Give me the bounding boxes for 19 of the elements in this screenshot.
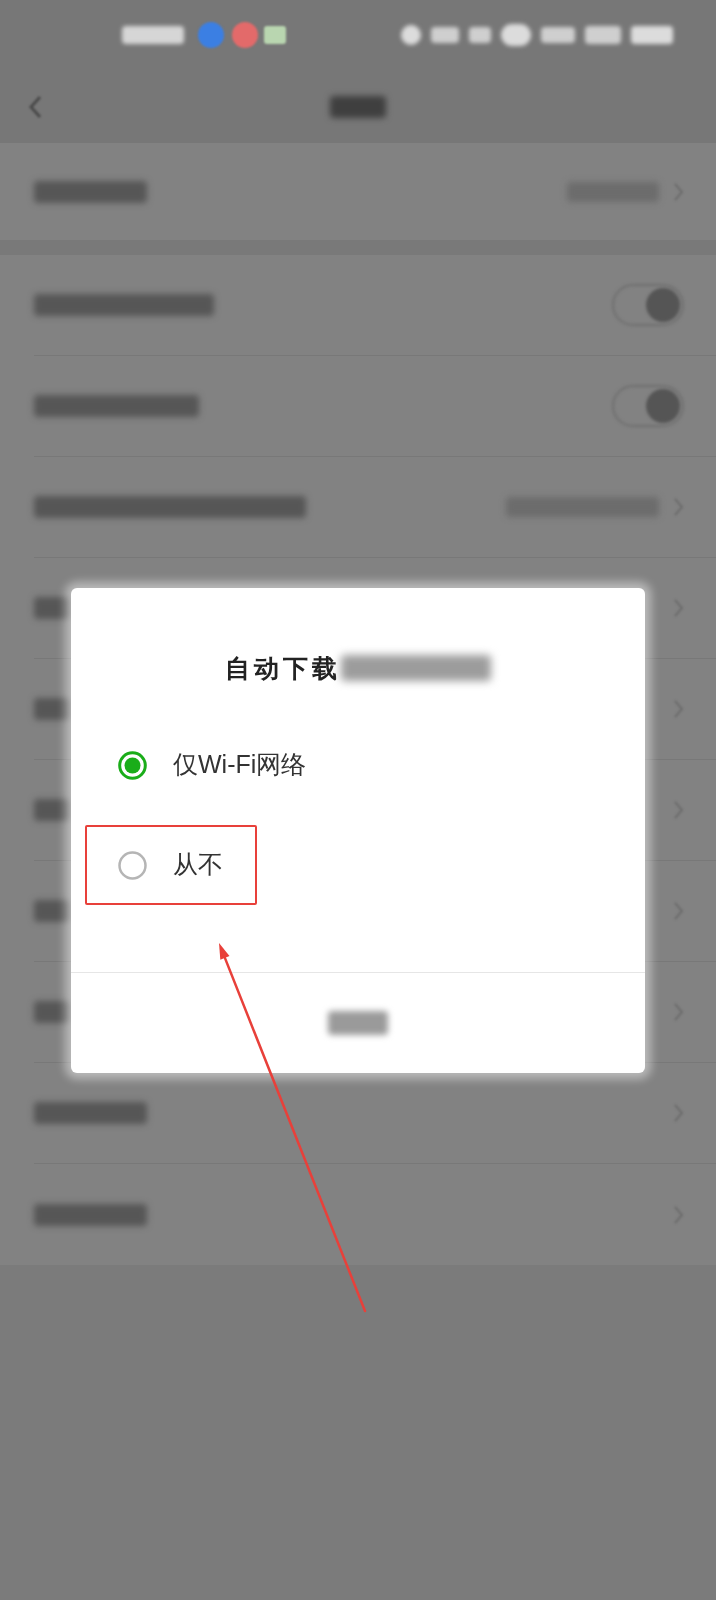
blurred-text [122,26,184,44]
blurred-text [34,900,70,922]
blurred-text [34,597,70,619]
notification-icon [232,22,258,48]
toggle-switch[interactable] [612,385,684,427]
radio-option[interactable]: 仅Wi-Fi网络 [118,746,307,784]
radio-icon[interactable] [118,750,147,780]
blurred-text [34,799,70,821]
radio-icon[interactable] [118,850,147,880]
image-icon [264,26,286,44]
notification-icon [198,22,224,48]
blurred-text [34,1001,70,1023]
blurred-text [330,95,386,118]
toggle-switch[interactable] [612,284,684,326]
back-icon[interactable] [28,94,42,119]
radio-option[interactable]: 从不 [118,846,223,884]
blurred-text [328,1011,388,1035]
blurred-text [34,698,70,720]
dialog-title: 自动下载 [225,653,341,684]
